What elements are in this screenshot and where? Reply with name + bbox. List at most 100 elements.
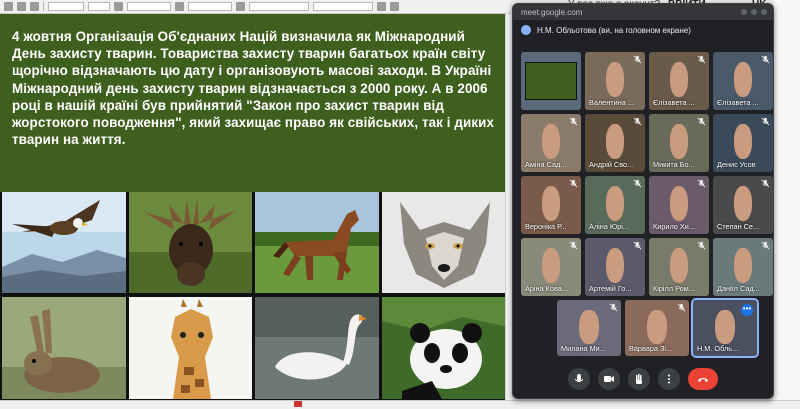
- avatar: [579, 310, 599, 344]
- close-icon[interactable]: [761, 9, 767, 15]
- wolf-image: [382, 192, 508, 293]
- avatar: [606, 62, 624, 98]
- avatar: [606, 186, 624, 222]
- mic-off-icon: [633, 179, 642, 188]
- toolbar-icon[interactable]: [390, 2, 399, 11]
- toolbar-icon[interactable]: [175, 2, 184, 11]
- participant-name: Кірілл Ром...: [653, 284, 695, 293]
- participant-tile[interactable]: Кірілл Ром...: [649, 238, 709, 296]
- presentation-slide[interactable]: 4 жовтня Організація Об'єднаних Націй ви…: [0, 14, 508, 400]
- minimize-icon[interactable]: [741, 9, 747, 15]
- participant-name: Аміна Сад...: [525, 160, 567, 169]
- participant-name: Степан Се...: [717, 222, 760, 231]
- toolbar-icon[interactable]: [4, 2, 13, 11]
- scroll-marker[interactable]: [294, 401, 302, 407]
- mic-off-icon: [761, 179, 770, 188]
- mic-off-icon: [697, 55, 706, 64]
- toolbar-icon[interactable]: [377, 2, 386, 11]
- participant-tile[interactable]: Аріна Кова...: [521, 238, 581, 296]
- participant-name: Аліна Юрі...: [589, 222, 629, 231]
- participant-tile[interactable]: Андрій Сво...: [585, 114, 645, 172]
- participant-tile[interactable]: Микита Бо...: [649, 114, 709, 172]
- participant-tile[interactable]: Артемій Го...: [585, 238, 645, 296]
- line-style-select[interactable]: [127, 2, 171, 11]
- participant-tile[interactable]: Степан Се...: [713, 176, 773, 234]
- camera-button[interactable]: [598, 368, 620, 390]
- slide-scrollbar[interactable]: [505, 14, 512, 400]
- participant-tile[interactable]: Милана Ми...: [557, 300, 621, 356]
- avatar: [670, 62, 688, 98]
- maximize-icon[interactable]: [751, 9, 757, 15]
- participant-tile[interactable]: Єлізавета ...: [649, 52, 709, 110]
- participant-name: Варвара Зі...: [629, 344, 673, 353]
- participant-name: Н.М. Обль...: [697, 344, 739, 353]
- participant-name: Валентина ...: [589, 98, 634, 107]
- mic-button[interactable]: [568, 368, 590, 390]
- horse-image: [255, 192, 379, 293]
- avatar: [670, 124, 688, 160]
- screen: У вас вже є акаунт? ВВІЙТИ UK 4 жовтня О…: [0, 0, 800, 409]
- slide-text: 4 жовтня Організація Об'єднаних Націй ви…: [12, 29, 495, 148]
- participant-tile[interactable]: Валентина ...: [585, 52, 645, 110]
- moose-image: [129, 192, 252, 293]
- line-width-select[interactable]: [188, 2, 232, 11]
- fill-select[interactable]: [249, 2, 309, 11]
- toolbar-icon[interactable]: [114, 2, 123, 11]
- size-select[interactable]: [88, 2, 110, 11]
- mic-off-icon: [633, 241, 642, 250]
- meet-window: meet.google.com Н.М. Обльотова (ви, на г…: [512, 3, 774, 399]
- mic-off-icon: [609, 303, 618, 312]
- raise-hand-button[interactable]: [628, 368, 650, 390]
- font-select[interactable]: [48, 2, 84, 11]
- mic-off-icon: [569, 117, 578, 126]
- avatar: [734, 186, 752, 222]
- avatar: [715, 310, 735, 344]
- participant-tile[interactable]: Н.М. Обль... •••: [691, 298, 759, 358]
- mic-off-icon: [761, 241, 770, 250]
- avatar: [542, 186, 560, 222]
- toolbar-icon[interactable]: [236, 2, 245, 11]
- screen-share-tile[interactable]: [521, 52, 581, 110]
- participant-name: Єлізавета ...: [717, 98, 759, 107]
- participant-tile[interactable]: Варвара Зі...: [625, 300, 689, 356]
- participant-tile[interactable]: Денис Усов: [713, 114, 773, 172]
- participant-name: Денис Усов: [717, 160, 756, 169]
- toolbar-icon[interactable]: [30, 2, 39, 11]
- screen-preview: [524, 62, 578, 100]
- participant-tile[interactable]: Аміна Сад...: [521, 114, 581, 172]
- editor-toolbar: [0, 0, 510, 14]
- participant-name: Микита Бо...: [653, 160, 695, 169]
- participant-name: Аріна Кова...: [525, 284, 568, 293]
- eagle-image: [2, 192, 126, 293]
- more-icon[interactable]: •••: [741, 304, 753, 316]
- participant-tile[interactable]: Даніїл Сад...: [713, 238, 773, 296]
- mic-off-icon: [761, 117, 770, 126]
- color-select[interactable]: [313, 2, 373, 11]
- window-controls: [741, 9, 773, 15]
- participant-tile[interactable]: Вероніка Р...: [521, 176, 581, 234]
- status-bar: [0, 400, 800, 409]
- participant-tile[interactable]: Єлізавета ...: [713, 52, 773, 110]
- end-call-icon: [698, 378, 708, 382]
- avatar: [734, 124, 752, 160]
- rabbit-image: [2, 297, 126, 399]
- avatar: [542, 124, 560, 160]
- end-call-button[interactable]: [688, 368, 718, 390]
- toolbar-icon[interactable]: [17, 2, 26, 11]
- meet-url: meet.google.com: [521, 7, 583, 17]
- panda-image: [382, 297, 508, 399]
- avatar: [734, 62, 752, 98]
- participant-name: Милана Ми...: [561, 344, 606, 353]
- mic-off-icon: [677, 303, 686, 312]
- avatar: [647, 310, 667, 344]
- mic-off-icon: [697, 241, 706, 250]
- avatar: [542, 248, 560, 284]
- avatar: [670, 248, 688, 284]
- participant-tile[interactable]: Кирило Хи...: [649, 176, 709, 234]
- meet-titlebar[interactable]: meet.google.com: [513, 4, 773, 20]
- participant-name: Даніїл Сад...: [717, 284, 760, 293]
- more-options-button[interactable]: [658, 368, 680, 390]
- mic-off-icon: [633, 117, 642, 126]
- participant-tile[interactable]: Аліна Юрі...: [585, 176, 645, 234]
- mic-off-icon: [697, 117, 706, 126]
